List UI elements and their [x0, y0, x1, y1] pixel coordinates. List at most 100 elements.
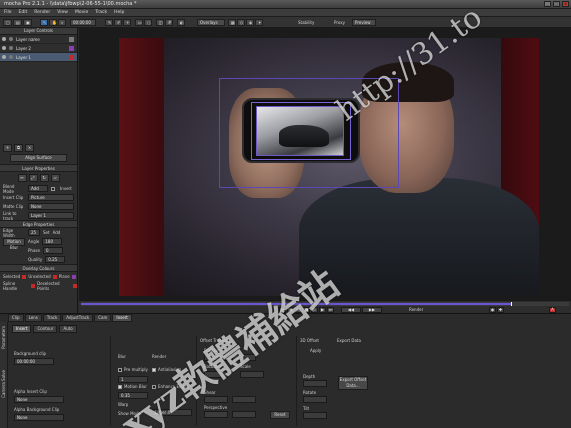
- grid-icon[interactable]: #: [165, 19, 173, 26]
- deselected-color-swatch[interactable]: [73, 283, 77, 288]
- tab-parameters[interactable]: Parameters: [1, 326, 7, 349]
- tracking-spline[interactable]: [219, 78, 399, 188]
- timeline-bar[interactable]: [81, 302, 569, 306]
- visibility-icon[interactable]: [2, 46, 6, 50]
- menu-view[interactable]: View: [57, 10, 68, 15]
- shear-x-field[interactable]: [204, 396, 228, 403]
- quality-field[interactable]: 0.25: [45, 256, 66, 263]
- layer-row-selected[interactable]: Layer 1: [0, 53, 77, 62]
- rect-tool-icon[interactable]: ▭: [135, 19, 143, 26]
- layer-row[interactable]: Layer name: [0, 35, 77, 44]
- lock-icon[interactable]: [9, 37, 13, 41]
- zoom-tool-icon[interactable]: ⌕: [58, 19, 66, 26]
- close-button[interactable]: x: [562, 1, 569, 7]
- hand-tool-icon[interactable]: ✋: [49, 19, 57, 26]
- show-layers-icon[interactable]: ▦: [228, 19, 236, 26]
- menu-movie[interactable]: Movie: [75, 10, 88, 15]
- plane-color-swatch[interactable]: [71, 274, 76, 279]
- add-layer-icon[interactable]: +: [3, 144, 12, 152]
- apply-label[interactable]: Apply: [310, 348, 321, 353]
- maximize-button[interactable]: □: [553, 1, 560, 7]
- matte-clip-select[interactable]: None: [28, 203, 74, 210]
- depth-field[interactable]: [303, 380, 327, 387]
- tab-track[interactable]: Track: [42, 314, 62, 322]
- shear-y-field[interactable]: [232, 396, 256, 403]
- track-scale-icon[interactable]: ⤢: [28, 174, 38, 182]
- background-clip-field[interactable]: 00:00:00: [14, 358, 54, 365]
- proxy-select[interactable]: Preview: [352, 19, 376, 26]
- reset-button[interactable]: Reset: [270, 411, 290, 419]
- align-surface-button[interactable]: Align Surface: [10, 154, 67, 162]
- alpha-insert-select[interactable]: None: [14, 396, 64, 403]
- lock-icon[interactable]: [9, 55, 13, 59]
- selected-color-swatch[interactable]: [22, 274, 27, 279]
- layer-row[interactable]: Layer 2: [0, 44, 77, 53]
- surface-icon[interactable]: ◫: [156, 19, 164, 26]
- motion-blur-checkbox[interactable]: [118, 385, 122, 389]
- tab-clip[interactable]: Clip: [8, 314, 24, 322]
- set-edge-label[interactable]: Set: [43, 230, 50, 235]
- insert-clip-select[interactable]: Picture: [28, 194, 74, 201]
- invert-checkbox[interactable]: [51, 186, 55, 191]
- alpha-bg-select[interactable]: None: [14, 414, 64, 421]
- open-icon[interactable]: ▤: [13, 19, 22, 26]
- tab-camera-solve[interactable]: Camera Solve: [1, 370, 7, 398]
- perspective-y-field[interactable]: [232, 411, 256, 418]
- menu-file[interactable]: File: [4, 10, 12, 15]
- layer-color-swatch[interactable]: [69, 54, 74, 60]
- rotate-field[interactable]: [303, 396, 327, 403]
- scale-field[interactable]: [240, 371, 264, 378]
- position-x-field[interactable]: [204, 354, 228, 361]
- layer-color-swatch[interactable]: [69, 45, 74, 51]
- duplicate-layer-icon[interactable]: ⧉: [14, 144, 23, 152]
- show-planes-icon[interactable]: ◇: [237, 19, 245, 26]
- viewer[interactable]: [79, 28, 571, 300]
- menu-help[interactable]: Help: [114, 10, 124, 15]
- show-mode-select[interactable]: Layer 4: [152, 409, 192, 416]
- save-icon[interactable]: ▣: [23, 19, 32, 26]
- menu-track[interactable]: Track: [95, 10, 107, 15]
- premultiply-checkbox[interactable]: [118, 368, 122, 372]
- select-tool-icon[interactable]: ↖: [40, 19, 48, 26]
- motion-blur-field[interactable]: 0.35: [118, 392, 148, 399]
- subtab-insert[interactable]: Insert: [12, 325, 32, 333]
- blend-mode-select[interactable]: Add: [28, 185, 48, 192]
- show-tracks-icon[interactable]: ✦: [255, 19, 263, 26]
- tab-adjusttrack[interactable]: AdjustTrack: [62, 314, 94, 322]
- link-to-track-select[interactable]: Layer 1: [28, 212, 74, 219]
- timecode-field[interactable]: 00:00:00: [70, 19, 96, 26]
- export-offset-data-button[interactable]: Export Offset Data...: [338, 376, 368, 390]
- new-project-icon[interactable]: ▢: [3, 19, 12, 26]
- delete-layer-icon[interactable]: ×: [25, 144, 34, 152]
- layer-color-swatch[interactable]: [69, 36, 74, 42]
- subtab-contour[interactable]: Contour: [33, 325, 58, 333]
- unselected-color-swatch[interactable]: [52, 274, 57, 279]
- perspective-x-field[interactable]: [204, 411, 228, 418]
- tab-cam[interactable]: Cam: [94, 314, 112, 322]
- x-spline-tool-icon[interactable]: ✎: [105, 19, 113, 26]
- view-mode-select[interactable]: Overlays: [197, 19, 225, 26]
- enhance-edges-checkbox[interactable]: [152, 385, 156, 389]
- edge-width-field[interactable]: 25: [28, 229, 40, 236]
- antialiasing-checkbox[interactable]: [152, 368, 156, 372]
- playhead[interactable]: [511, 302, 512, 306]
- subtab-auto[interactable]: Auto: [59, 325, 77, 333]
- phase-field[interactable]: 0: [42, 247, 63, 254]
- bezier-tool-icon[interactable]: ✐: [114, 19, 122, 26]
- track-translation-icon[interactable]: ↔: [17, 174, 27, 182]
- circle-tool-icon[interactable]: ○: [144, 19, 152, 26]
- track-rotation-icon[interactable]: ↻: [39, 174, 49, 182]
- tilt-field[interactable]: [303, 412, 327, 419]
- minimize-button[interactable]: _: [544, 1, 551, 7]
- track-shear-icon[interactable]: ▱: [50, 174, 60, 182]
- rgb-icon[interactable]: ◐: [177, 19, 185, 26]
- visibility-icon[interactable]: [2, 55, 6, 59]
- add-point-icon[interactable]: +: [123, 19, 131, 26]
- rotation-field[interactable]: [204, 371, 228, 378]
- lock-icon[interactable]: [9, 46, 13, 50]
- spline-color-swatch[interactable]: [31, 283, 36, 288]
- blur-field[interactable]: 1: [118, 376, 148, 383]
- tab-insert[interactable]: Insert: [112, 314, 132, 322]
- video-frame[interactable]: [119, 38, 539, 296]
- position-y-field[interactable]: [232, 354, 256, 361]
